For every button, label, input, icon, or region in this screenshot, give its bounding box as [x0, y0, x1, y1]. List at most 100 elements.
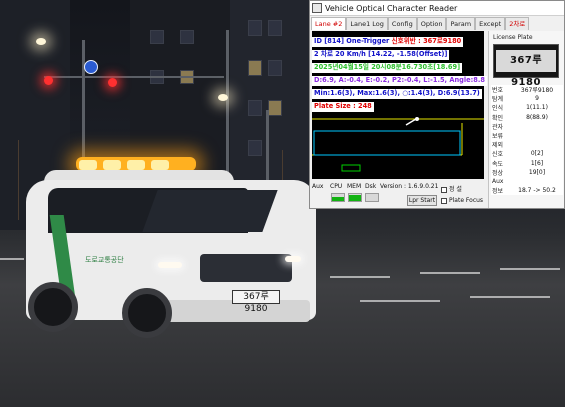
traffic-light-red — [44, 76, 53, 85]
van-license-plate: 367루9180 — [232, 290, 280, 314]
vehicle-point — [415, 117, 419, 121]
info-row: 관자 — [491, 122, 563, 131]
van-grille — [200, 254, 292, 282]
info-row-key: 속도 — [492, 160, 504, 168]
street-lamp — [218, 94, 228, 101]
street-lamp — [36, 38, 46, 45]
overlay-angle-line: D:6.9, A:-0.4, E:-0.2, P2:-0.4, L:-1.5, … — [312, 76, 487, 86]
tab-option[interactable]: Option — [416, 17, 447, 30]
settings-checkbox-label: 정 설 — [449, 186, 462, 193]
info-row: 확인 8(88.9) — [491, 113, 563, 122]
info-row: 제외 — [491, 140, 563, 149]
plate-info-panel: License Plate 367루9180 번호 367루9180 탐계 9 인식 1(… — [488, 31, 564, 208]
info-row: 인식 1(11.1) — [491, 103, 563, 112]
settings-checkbox-row[interactable]: 정 설 — [441, 184, 462, 193]
settings-checkbox[interactable] — [441, 186, 447, 193]
info-row-key: 인식 — [492, 105, 504, 113]
info-row-value — [511, 177, 563, 186]
info-row: 번호 367루9180 — [491, 85, 563, 94]
info-row-key: 관자 — [492, 123, 504, 131]
tab-except[interactable]: Except — [475, 17, 506, 30]
overlay-trigger-prefix: ID [814] One-Trigger — [314, 37, 392, 45]
headlight-right — [285, 256, 301, 262]
tab-lane1-log[interactable]: Lane1 Log — [346, 17, 388, 30]
info-row: 신호 0[2] — [491, 149, 563, 158]
overlay-plate-size-line: Plate Size : 248 — [312, 102, 374, 112]
info-row-value: 0[2] — [530, 150, 544, 158]
info-row: Aux — [491, 177, 563, 186]
lane-marking — [500, 268, 560, 270]
info-row-value — [511, 140, 563, 149]
info-row: 속도 1[6] — [491, 159, 563, 168]
tree — [18, 140, 19, 220]
building-window — [248, 140, 262, 156]
signal-arm — [44, 76, 224, 78]
info-row-value: 18.7 -> 50.2 — [518, 187, 556, 195]
van-windshield — [142, 190, 278, 232]
building-window — [268, 100, 282, 116]
headlight-left — [158, 262, 182, 268]
tab-config[interactable]: Config — [387, 17, 417, 30]
info-row-value: 19[0] — [528, 168, 546, 176]
version-text: Version : 1.6.9.0.21 — [380, 183, 439, 190]
plate-info-table: 번호 367루9180 탐계 9 인식 1(11.1) 확인 8(88.9) 관자보류 제외 신호 0… — [491, 85, 563, 196]
lane-view-bg — [312, 115, 484, 179]
info-row-value: 367루9180 — [520, 87, 554, 95]
lane-marking — [330, 276, 390, 278]
disk-meter — [365, 193, 379, 202]
lane-marking — [470, 296, 550, 298]
building-window — [268, 60, 282, 76]
info-row-key: 정상 — [492, 169, 504, 177]
building-window — [248, 20, 262, 36]
info-row-value: 1(11.1) — [526, 104, 548, 112]
info-row-key: 탐계 — [492, 96, 504, 104]
mem-label: MEM — [347, 183, 362, 190]
building-window — [248, 100, 262, 116]
tab-lane2[interactable]: Lane #2 — [311, 17, 347, 30]
tab-param[interactable]: Param — [446, 17, 476, 30]
info-row-key: 제외 — [492, 142, 504, 150]
info-row: 보류 — [491, 131, 563, 140]
van-logo-text: 도로교통공단 — [85, 256, 124, 264]
plate-crop-image: 367루9180 — [496, 50, 556, 88]
building-window — [268, 20, 282, 36]
overlay-violation-text: 신호위반 : 367로9180 — [391, 37, 462, 45]
lpr-start-button[interactable]: Lpr Start — [407, 195, 437, 206]
traffic-light-red — [108, 78, 117, 87]
cpu-label: CPU — [330, 183, 343, 190]
cpu-meter — [331, 193, 345, 202]
info-row-key: 확인 — [492, 114, 504, 122]
window-title: Vehicle Optical Character Reader — [325, 3, 458, 13]
lane-marking — [0, 258, 24, 260]
van-bumper — [150, 300, 310, 322]
info-row-value: 9 — [535, 95, 539, 103]
tab-lane-2-kr[interactable]: 2차로 — [505, 17, 530, 30]
overlay-trigger-line: ID [814] One-Trigger 신호위반 : 367로9180 — [312, 37, 464, 47]
building-window — [248, 60, 262, 76]
info-row-key: Aux — [492, 177, 504, 185]
overlay-timestamp-line: 2025년04월15일 20시08분16.730초[18.69] — [312, 63, 463, 73]
app-icon — [312, 3, 322, 13]
overlay-minmax-line: Min:1.6(3), Max:1.6(3), ○:1.4(3), D:6.9(… — [312, 89, 482, 99]
building-window — [180, 30, 194, 44]
lane-camera-panel: ID [814] One-Trigger 신호위반 : 367로9180 2 차… — [312, 31, 487, 179]
lane-detection-view — [312, 115, 484, 179]
plate-image-box: 367루9180 — [493, 44, 559, 88]
info-row-key: 정보 — [492, 188, 504, 196]
tab-bar: Lane #2 Lane1 Log Config Option Param Ex… — [311, 17, 530, 31]
info-row-key: 보류 — [492, 133, 504, 141]
info-row: 정상 19[0] — [491, 168, 563, 177]
cpu-meter-fill — [332, 197, 344, 201]
window-titlebar[interactable]: Vehicle Optical Character Reader — [310, 1, 564, 16]
status-bar: Aux CPU MEM Dsk Version : 1.6.9.0.21 정 설… — [311, 181, 487, 209]
info-row-value — [511, 131, 563, 140]
info-row-value: 8(88.9) — [526, 113, 548, 121]
overlay-speed-line: 2 차로 20 Km/h [14.22, -1.58(Offset)] — [312, 50, 450, 60]
info-row-key: 번호 — [492, 87, 504, 95]
plate-focus-checkbox[interactable] — [441, 197, 447, 204]
plate-focus-row[interactable]: Plate Focus — [441, 197, 483, 204]
ocr-app-window: Vehicle Optical Character Reader Lane #2… — [309, 0, 565, 209]
plate-focus-label: Plate Focus — [449, 197, 484, 204]
info-row: 정보 18.7 -> 50.2 — [491, 186, 563, 195]
van-wheel-front — [122, 288, 172, 338]
